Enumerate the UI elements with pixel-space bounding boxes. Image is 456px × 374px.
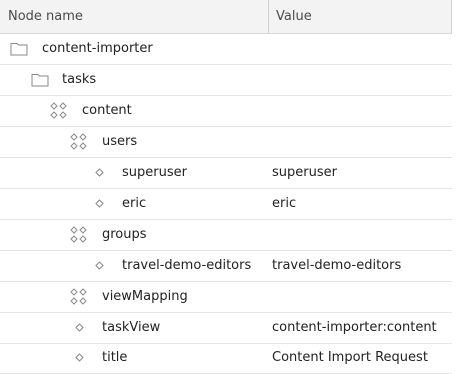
node-name: taskView [102,320,161,335]
content-node-icon [70,288,88,306]
property-icon [95,261,104,270]
node-name: content [82,103,132,118]
node-tree-table: Node name Value content-importer tasks c… [0,0,456,374]
folder-icon [31,72,49,87]
tree-row-superuser[interactable]: superuser superuser [0,158,452,189]
node-value: superuser [272,165,337,180]
tree-row-eric[interactable]: eric eric [0,189,452,220]
node-value: content-importer:content [272,320,437,335]
column-header-node-name[interactable]: Node name [8,0,83,33]
property-icon [95,168,104,177]
tree-row-tasks[interactable]: tasks [0,65,452,96]
tree-row-content-importer[interactable]: content-importer [0,34,452,65]
property-icon [95,199,104,208]
node-name: tasks [62,72,97,87]
node-name: eric [122,196,147,211]
node-name: travel-demo-editors [122,258,252,273]
node-value: Content Import Request [272,350,428,365]
node-name: content-importer [42,41,153,56]
folder-icon [10,41,28,56]
property-icon [75,353,84,362]
node-value: travel-demo-editors [272,258,402,273]
property-icon [75,323,84,332]
column-header-value[interactable]: Value [276,0,312,33]
tree-row-content[interactable]: content [0,96,452,127]
content-node-icon [70,133,88,151]
column-divider[interactable] [268,0,269,33]
tree-row-groups[interactable]: groups [0,220,452,251]
node-name: superuser [122,165,187,180]
node-name: title [102,350,128,365]
tree-row-title[interactable]: title Content Import Request [0,343,452,374]
tree-row-travel-demo-editors[interactable]: travel-demo-editors travel-demo-editors [0,251,452,282]
node-value: eric [272,196,297,211]
node-name: groups [102,227,147,242]
tree-row-viewmapping[interactable]: viewMapping [0,282,452,313]
tree-row-taskview[interactable]: taskView content-importer:content [0,313,452,344]
node-name: viewMapping [102,289,188,304]
header-right-border [451,0,452,33]
tree-row-users[interactable]: users [0,127,452,158]
content-node-icon [70,226,88,244]
table-header: Node name Value [0,0,452,34]
content-node-icon [50,102,68,120]
node-name: users [102,134,138,149]
